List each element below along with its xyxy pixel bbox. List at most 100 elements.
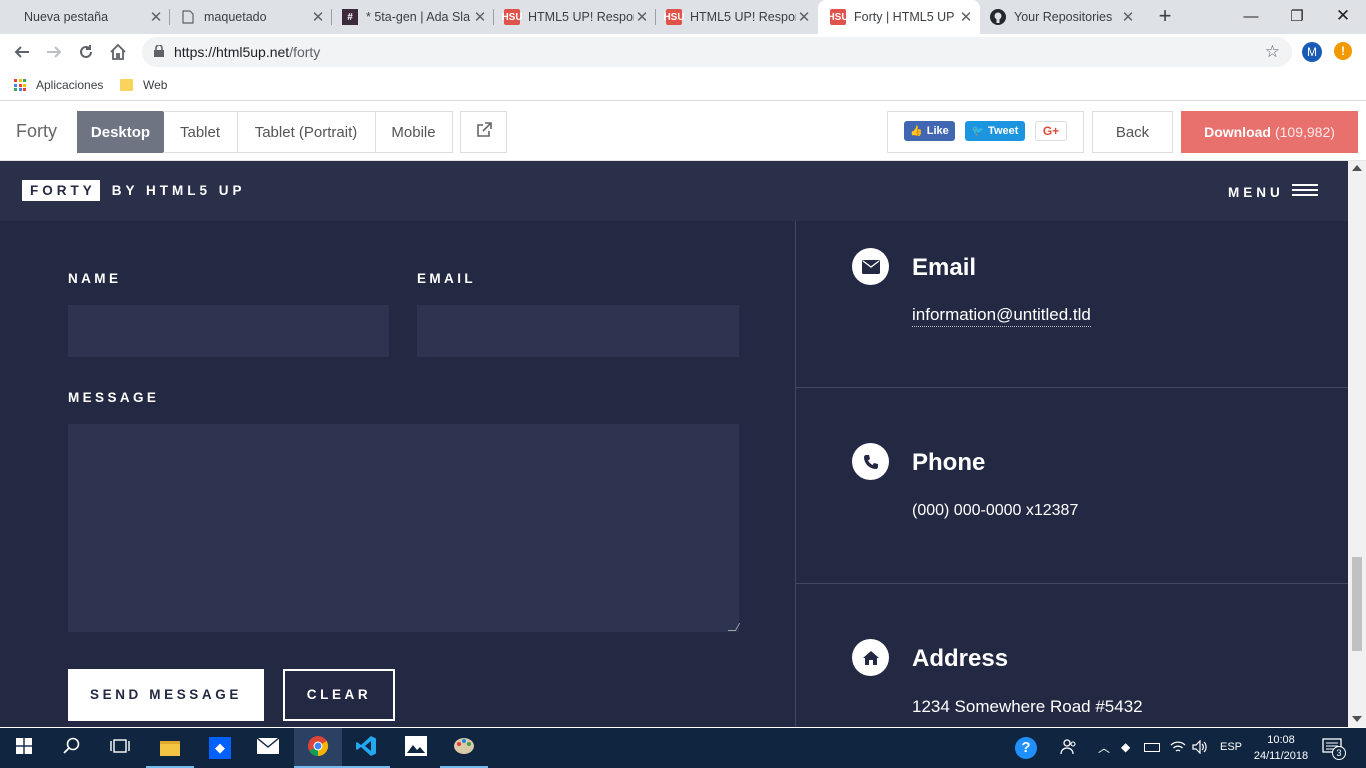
profile-avatar[interactable]: M: [1302, 42, 1322, 62]
close-tab-icon[interactable]: ✕: [1120, 8, 1136, 26]
thumbs-up-icon: 👍: [910, 125, 923, 137]
chrome-button[interactable]: [294, 728, 342, 768]
close-tab-icon[interactable]: ✕: [634, 8, 650, 26]
volume-icon[interactable]: [1192, 739, 1208, 759]
preview-bar: Forty Desktop Tablet Tablet (Portrait) M…: [0, 101, 1366, 161]
open-external-button[interactable]: [460, 111, 507, 153]
input-language[interactable]: ESP: [1220, 741, 1242, 753]
name-label: NAME: [68, 271, 122, 286]
start-button[interactable]: [0, 728, 48, 768]
gplus-button[interactable]: G+: [1035, 121, 1067, 141]
bookmark-apps[interactable]: Aplicaciones: [14, 78, 103, 92]
scroll-down-arrow-icon[interactable]: [1352, 716, 1362, 722]
email-link[interactable]: information@untitled.tld: [912, 305, 1091, 327]
device-desktop-button[interactable]: Desktop: [77, 111, 164, 153]
alert-icon[interactable]: !: [1334, 42, 1352, 60]
resize-handle-icon[interactable]: [727, 623, 741, 631]
show-hidden-icons-icon[interactable]: ︿: [1098, 739, 1110, 756]
clock[interactable]: 10:08 24/11/2018: [1250, 732, 1312, 764]
wifi-icon[interactable]: [1170, 740, 1186, 759]
reload-icon[interactable]: [72, 38, 100, 66]
star-icon[interactable]: ☆: [1265, 42, 1280, 62]
tab-title: Your Repositories: [1014, 10, 1113, 24]
photos-icon: [405, 735, 427, 761]
device-tablet-portrait-button[interactable]: Tablet (Portrait): [237, 111, 376, 153]
lock-icon: [154, 44, 164, 60]
close-window-icon[interactable]: ✕: [1320, 0, 1366, 32]
bookmark-web[interactable]: Web: [120, 78, 167, 92]
scrollbar-thumb[interactable]: [1352, 557, 1362, 651]
windows-logo-icon: [16, 737, 32, 759]
site-logo[interactable]: FORTY BY HTML5 UP: [22, 180, 246, 201]
send-message-button[interactable]: SEND MESSAGE: [68, 669, 264, 721]
dropbox-tray-icon[interactable]: ◆: [1121, 740, 1130, 754]
tab-html5up-2[interactable]: HSU HTML5 UP! Respon ✕: [658, 0, 818, 34]
close-tab-icon[interactable]: ✕: [472, 8, 488, 26]
action-center-button[interactable]: 3: [1322, 738, 1346, 761]
back-arrow-icon[interactable]: [8, 38, 36, 66]
help-icon[interactable]: ?: [1015, 737, 1037, 759]
email-input[interactable]: [417, 305, 739, 357]
close-tab-icon[interactable]: ✕: [148, 8, 164, 26]
paint-button[interactable]: [440, 728, 488, 768]
address-value: 1234 Somewhere Road #5432: [912, 697, 1143, 716]
tab-nueva-pestana[interactable]: Nueva pestaña ✕: [8, 0, 170, 34]
download-count: (109,982): [1274, 124, 1335, 140]
tweet-button[interactable]: 🐦 Tweet: [965, 121, 1025, 141]
windows-taskbar: ◆ ? ︿ ◆ ESP 10:08 24/11/2018 3: [0, 728, 1366, 768]
close-tab-icon[interactable]: ✕: [958, 8, 974, 26]
tab-repositories[interactable]: Your Repositories ✕: [982, 0, 1142, 34]
file-explorer-button[interactable]: [146, 728, 194, 768]
restore-icon[interactable]: ❐: [1274, 0, 1320, 32]
tab-maquetado[interactable]: maquetado ✕: [172, 0, 332, 34]
menu-label: MENU: [1228, 185, 1284, 200]
task-view-icon: [110, 738, 130, 759]
preview-site-name: Forty: [16, 121, 58, 141]
device-mobile-button[interactable]: Mobile: [375, 111, 453, 153]
tab-html5up-1[interactable]: HSU HTML5 UP! Respon ✕: [496, 0, 656, 34]
people-icon[interactable]: [1060, 738, 1078, 761]
vertical-divider: [795, 221, 796, 727]
dropbox-icon: ◆: [209, 737, 231, 759]
notification-count-badge: 3: [1332, 746, 1346, 760]
page-icon: [180, 9, 196, 25]
vertical-scrollbar[interactable]: [1348, 161, 1366, 727]
close-tab-icon[interactable]: ✕: [310, 8, 326, 26]
message-label: MESSAGE: [68, 390, 160, 405]
site-viewport: FORTY BY HTML5 UP MENU NAME EMAIL MESSAG…: [0, 161, 1348, 727]
clear-button[interactable]: CLEAR: [283, 669, 395, 721]
tab-forty[interactable]: HSU Forty | HTML5 UP ✕: [818, 0, 980, 34]
github-icon: [990, 9, 1006, 25]
dropbox-button[interactable]: ◆: [196, 728, 244, 768]
logo-text: BY HTML5 UP: [111, 183, 246, 198]
facebook-like-button[interactable]: 👍 Like: [904, 121, 955, 141]
device-tablet-button[interactable]: Tablet: [163, 111, 238, 153]
logo-box: FORTY: [22, 180, 100, 201]
vscode-button[interactable]: [342, 728, 390, 768]
mail-button[interactable]: [244, 728, 292, 768]
menu-toggle[interactable]: MENU: [1228, 183, 1318, 202]
address-bar[interactable]: https://html5up.net/forty ☆: [142, 37, 1292, 67]
name-input[interactable]: [68, 305, 389, 357]
search-button[interactable]: [48, 728, 96, 768]
url-path: /forty: [289, 44, 321, 60]
email-label: EMAIL: [417, 271, 476, 286]
tab-title: Forty | HTML5 UP: [854, 10, 955, 24]
tab-5ta-gen[interactable]: # * 5ta-gen | Ada Sla ✕: [334, 0, 494, 34]
contact-title: Address: [912, 645, 1009, 672]
battery-icon[interactable]: [1144, 743, 1160, 752]
home-icon[interactable]: [104, 38, 132, 66]
download-button[interactable]: Download (109,982): [1181, 111, 1358, 153]
photos-button[interactable]: [392, 728, 440, 768]
hash-icon: #: [342, 9, 358, 25]
back-button[interactable]: Back: [1092, 111, 1173, 153]
message-textarea[interactable]: [68, 424, 741, 632]
tab-strip: Nueva pestaña ✕ maquetado ✕ # * 5ta-gen …: [0, 0, 1366, 34]
task-view-button[interactable]: [96, 728, 144, 768]
scroll-up-arrow-icon[interactable]: [1352, 165, 1362, 171]
minimize-icon[interactable]: —: [1228, 0, 1274, 32]
new-tab-icon[interactable]: +: [1152, 4, 1178, 30]
clock-date: 24/11/2018: [1253, 750, 1309, 762]
close-tab-icon[interactable]: ✕: [796, 8, 812, 26]
forward-arrow-icon[interactable]: [40, 38, 68, 66]
